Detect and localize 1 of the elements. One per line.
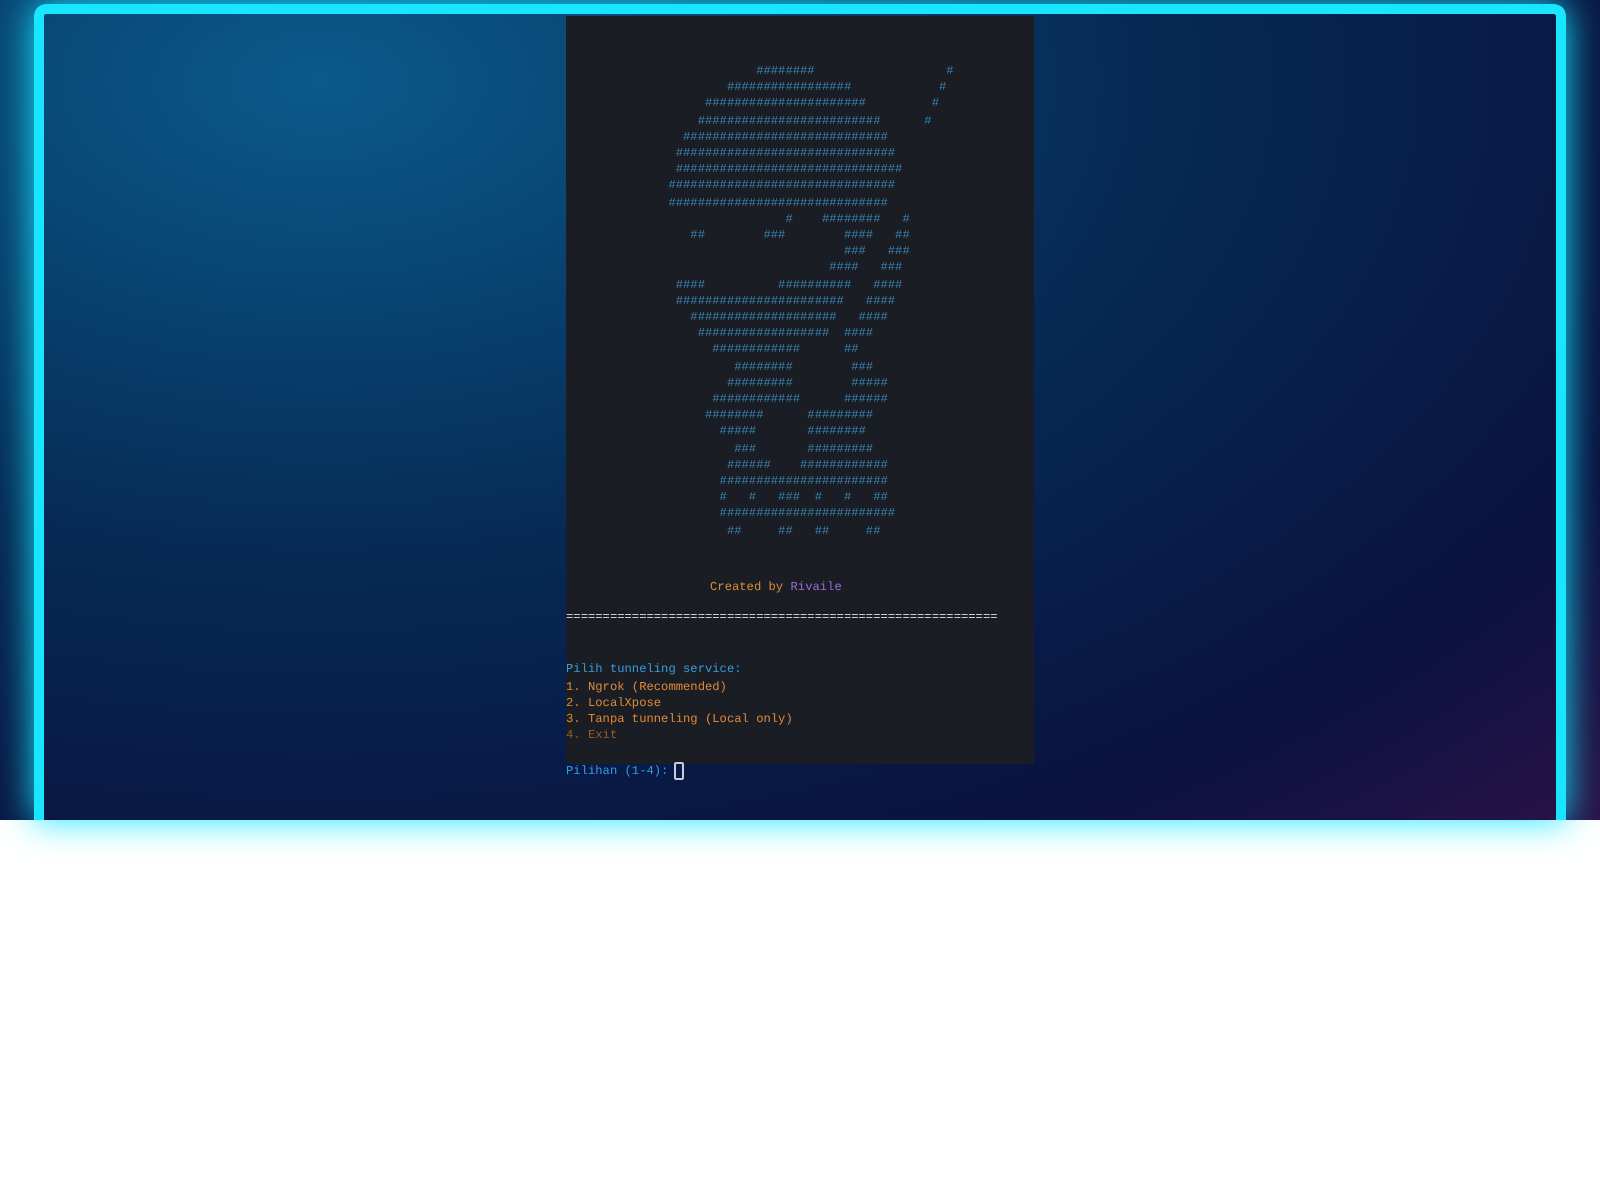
input-cursor[interactable] <box>674 762 685 781</box>
